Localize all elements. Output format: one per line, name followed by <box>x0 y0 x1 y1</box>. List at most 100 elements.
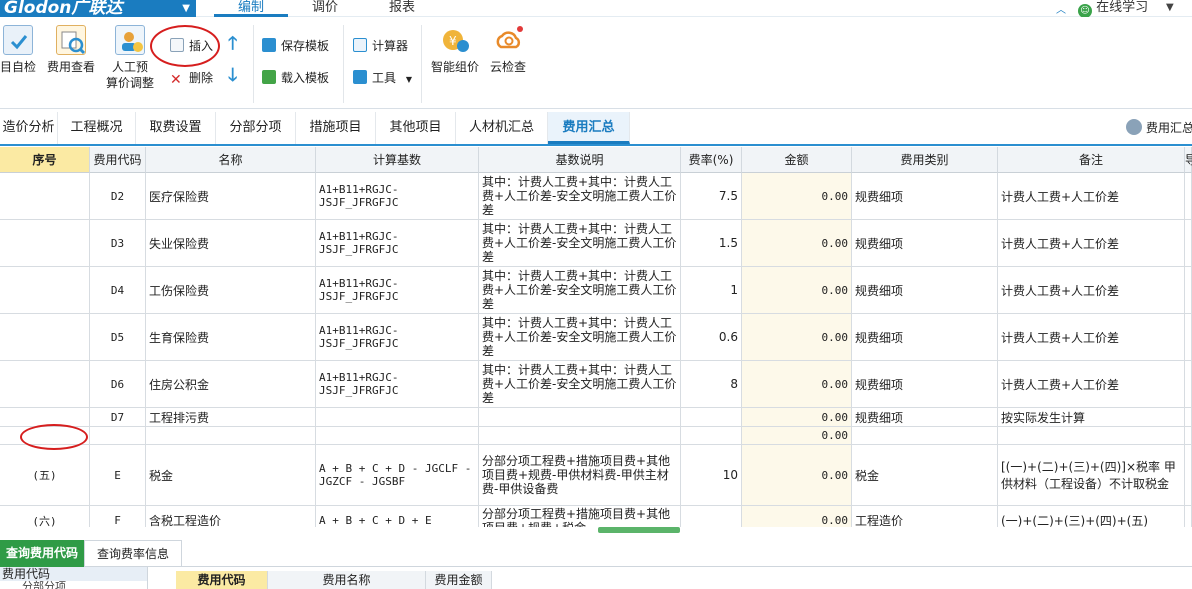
tab-query-fee-rate[interactable]: 查询费率信息 <box>84 540 182 567</box>
move-down-icon[interactable]: 🡓 <box>228 67 237 85</box>
table-cell-category[interactable]: 规费细项 <box>852 314 998 361</box>
tab-sub-items[interactable]: 分部分项 <box>216 112 296 144</box>
table-cell-desc[interactable] <box>479 408 681 427</box>
bottom-header-fee-code[interactable]: 费用代码 <box>176 571 268 589</box>
table-cell-base[interactable]: A1+B11+RGJC-JSJF_JFRGFJC <box>316 173 479 220</box>
fee-summary-side-button[interactable]: 费用汇总 <box>1126 112 1192 144</box>
table-cell-code[interactable]: D3 <box>90 220 146 267</box>
table-cell-amount[interactable]: 0.00 <box>742 427 852 445</box>
table-cell-note[interactable]: 计费人工费+人工价差 <box>998 361 1185 408</box>
table-cell-code[interactable]: E <box>90 445 146 506</box>
table-cell-amount[interactable]: 0.00 <box>742 506 852 527</box>
table-cell-name[interactable]: 工程排污费 <box>146 408 316 427</box>
table-cell-amount[interactable]: 0.00 <box>742 445 852 506</box>
table-cell-base[interactable]: A + B + C + D - JGCLF - JGZCF - JGSBF <box>316 445 479 506</box>
table-cell-name[interactable]: 税金 <box>146 445 316 506</box>
tab-fee-settings[interactable]: 取费设置 <box>136 112 216 144</box>
table-cell-seq[interactable]: (六) <box>0 506 90 527</box>
calculator-button[interactable]: 计算器 <box>353 37 408 55</box>
table-cell-base[interactable]: A1+B11+RGJC-JSJF_JFRGFJC <box>316 220 479 267</box>
brand-dropdown-icon[interactable]: ▼ <box>182 0 190 17</box>
self-check-button[interactable]: 目自检 <box>0 25 40 75</box>
table-cell-desc[interactable] <box>479 427 681 445</box>
column-header-amount[interactable]: 金额 <box>742 147 852 173</box>
menu-tab-report[interactable]: 报表 <box>372 0 432 17</box>
column-header-ext[interactable]: 导 <box>1185 147 1192 173</box>
collapse-ribbon-icon[interactable]: ︿ <box>1056 1 1066 16</box>
table-cell-base[interactable]: A1+B11+RGJC-JSJF_JFRGFJC <box>316 267 479 314</box>
table-cell-seq[interactable]: (五) <box>0 445 90 506</box>
table-cell-base[interactable] <box>316 408 479 427</box>
table-cell-name[interactable]: 生育保险费 <box>146 314 316 361</box>
table-cell-amount[interactable]: 0.00 <box>742 361 852 408</box>
save-template-button[interactable]: 保存模板 <box>262 37 329 55</box>
column-header-rate[interactable]: 费率(%) <box>681 147 742 173</box>
table-cell-category[interactable] <box>852 427 998 445</box>
table-cell-category[interactable]: 税金 <box>852 445 998 506</box>
table-cell-rate[interactable]: 0.6 <box>681 314 742 361</box>
tab-project-overview[interactable]: 工程概况 <box>58 112 136 144</box>
table-cell-code[interactable] <box>90 427 146 445</box>
table-cell-note[interactable]: [(一)+(二)+(三)+(四)]×税率 甲供材料（工程设备）不计取税金 <box>998 445 1185 506</box>
table-cell-category[interactable]: 规费细项 <box>852 220 998 267</box>
table-cell-rate[interactable]: 10 <box>681 445 742 506</box>
table-cell-code[interactable]: D4 <box>90 267 146 314</box>
table-cell-note[interactable]: 计费人工费+人工价差 <box>998 314 1185 361</box>
table-cell-rate[interactable]: 7.5 <box>681 173 742 220</box>
table-cell-rate[interactable] <box>681 506 742 527</box>
table-cell-amount[interactable]: 0.00 <box>742 173 852 220</box>
table-cell-code[interactable]: D2 <box>90 173 146 220</box>
smart-price-button[interactable]: ¥ 智能组价 <box>428 25 482 75</box>
table-cell-base[interactable]: A1+B11+RGJC-JSJF_JFRGFJC <box>316 361 479 408</box>
column-header-name[interactable]: 名称 <box>146 147 316 173</box>
table-cell-note[interactable] <box>998 427 1185 445</box>
column-header-note[interactable]: 备注 <box>998 147 1185 173</box>
load-template-button[interactable]: 载入模板 <box>262 69 329 87</box>
column-header-desc[interactable]: 基数说明 <box>479 147 681 173</box>
table-cell-rate[interactable]: 8 <box>681 361 742 408</box>
fee-view-button[interactable]: 费用查看 <box>44 25 98 75</box>
table-cell-seq[interactable] <box>0 220 90 267</box>
move-up-icon[interactable]: 🡑 <box>228 35 237 53</box>
table-cell-note[interactable]: 按实际发生计算 <box>998 408 1185 427</box>
table-cell-desc[interactable]: 其中：计费人工费+其中：计费人工费+人工价差-安全文明施工费人工价差 <box>479 314 681 361</box>
table-cell-note[interactable]: (一)+(二)+(三)+(四)+(五) <box>998 506 1185 527</box>
table-cell-amount[interactable]: 0.00 <box>742 314 852 361</box>
bottom-header-fee-amount[interactable]: 费用金额 <box>426 571 492 589</box>
tab-fee-summary[interactable]: 费用汇总 <box>548 112 630 144</box>
tab-measure-items[interactable]: 措施项目 <box>296 112 376 144</box>
table-cell-note[interactable]: 计费人工费+人工价差 <box>998 267 1185 314</box>
bottom-header-fee-name[interactable]: 费用名称 <box>268 571 426 589</box>
table-cell-seq[interactable] <box>0 314 90 361</box>
table-cell-base[interactable]: A + B + C + D + E <box>316 506 479 527</box>
table-cell-code[interactable]: D7 <box>90 408 146 427</box>
table-cell-desc[interactable]: 分部分项工程费+措施项目费+其他项目费+规费-甲供材料费-甲供主材费-甲供设备费 <box>479 445 681 506</box>
column-header-category[interactable]: 费用类别 <box>852 147 998 173</box>
table-cell-rate[interactable] <box>681 427 742 445</box>
labor-price-adjust-button[interactable]: 人工预 算价调整 <box>102 25 158 91</box>
tools-button[interactable]: 工具 ▼ <box>353 69 412 87</box>
menu-tab-adjust-price[interactable]: 调价 <box>295 0 355 17</box>
table-cell-name[interactable]: 医疗保险费 <box>146 173 316 220</box>
more-dropdown-icon[interactable]: ▼ <box>1166 0 1174 16</box>
table-cell-seq[interactable] <box>0 361 90 408</box>
table-cell-code[interactable]: D5 <box>90 314 146 361</box>
table-cell-code[interactable]: F <box>90 506 146 527</box>
tab-other-items[interactable]: 其他项目 <box>376 112 456 144</box>
tab-cost-analysis[interactable]: 造价分析 <box>0 112 58 144</box>
table-cell-name[interactable]: 失业保险费 <box>146 220 316 267</box>
table-cell-rate[interactable] <box>681 408 742 427</box>
table-cell-category[interactable]: 规费细项 <box>852 267 998 314</box>
table-cell-amount[interactable]: 0.00 <box>742 267 852 314</box>
table-cell-rate[interactable]: 1 <box>681 267 742 314</box>
table-cell-category[interactable]: 规费细项 <box>852 173 998 220</box>
table-cell-desc[interactable]: 其中：计费人工费+其中：计费人工费+人工价差-安全文明施工费人工价差 <box>479 220 681 267</box>
table-cell-rate[interactable]: 1.5 <box>681 220 742 267</box>
brand-logo[interactable]: Glodon广联达 ▼ <box>0 0 196 17</box>
tree-child-item[interactable]: 分部分项 <box>0 581 147 589</box>
tab-query-fee-code[interactable]: 查询费用代码 <box>0 540 84 567</box>
delete-button[interactable]: ✕ 删除 <box>170 69 213 87</box>
column-header-seq[interactable]: 序号 <box>0 147 90 173</box>
table-cell-note[interactable]: 计费人工费+人工价差 <box>998 173 1185 220</box>
table-cell-seq[interactable] <box>0 173 90 220</box>
